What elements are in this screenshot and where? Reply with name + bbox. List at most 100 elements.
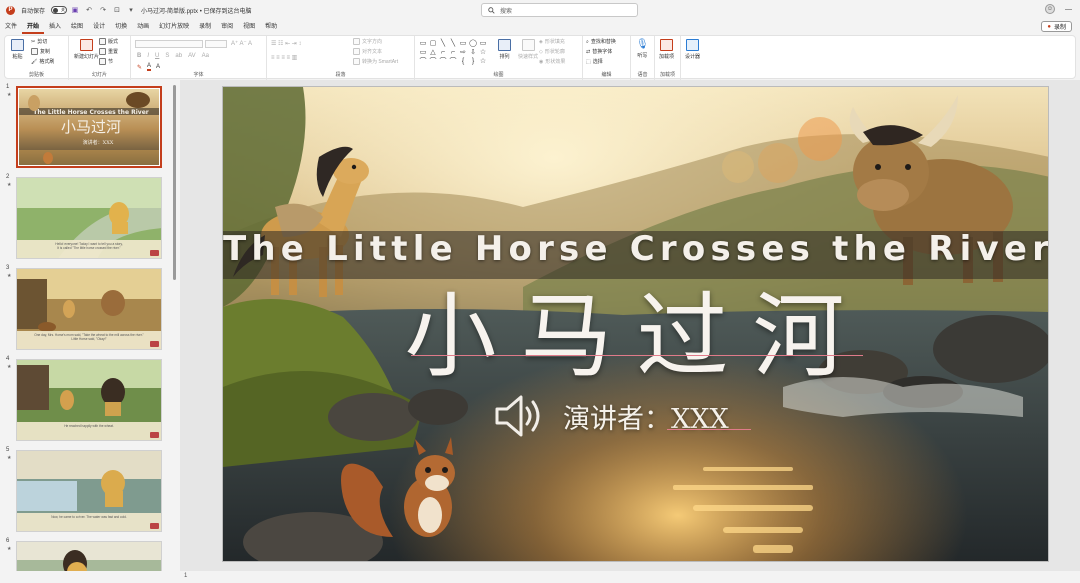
paste-icon bbox=[11, 39, 24, 51]
shape-fill-button[interactable]: ◈ 形状填充 bbox=[539, 38, 565, 46]
quick-styles-button[interactable]: 快速样式 bbox=[518, 39, 538, 60]
slide-thumbnail-panel: 1 ★ The Little Horse Crosses the River 小… bbox=[0, 80, 178, 583]
list-buttons[interactable]: ☰ ☷ ⇤ ⇥ ↕ bbox=[271, 40, 301, 47]
replace-font-button[interactable]: ⇄ 替换字体 bbox=[586, 48, 612, 56]
present-icon[interactable]: ⊡ bbox=[113, 6, 121, 14]
new-slide-label: 新建幻灯片 bbox=[74, 54, 100, 60]
font-color-buttons[interactable]: ✎ A A bbox=[137, 63, 160, 71]
arrange-label: 排列 bbox=[499, 54, 510, 60]
slide-number-indicator: 1 bbox=[184, 573, 188, 579]
align-text-button[interactable]: 对齐文本 bbox=[353, 48, 382, 55]
speaker-text[interactable]: 演讲者：XXX bbox=[563, 397, 729, 436]
arrange-icon bbox=[498, 39, 511, 51]
shape-outline-button[interactable]: ◇ 形状轮廓 bbox=[539, 48, 565, 56]
paste-button[interactable]: 粘贴 bbox=[11, 39, 24, 60]
shapes-gallery[interactable]: ▭ ▢ ╲ ╲ ▭ ◯ ▭ ▭ △ ⌐ ⌐ ⇨ ⇩ ☆ ⌒ ⌒ ⌒ ⌒{} ☆ bbox=[418, 39, 488, 67]
designer-button[interactable]: 设计器 bbox=[685, 39, 700, 60]
autosave-label: 自动保存 bbox=[21, 8, 46, 15]
audio-speaker-icon[interactable] bbox=[493, 393, 545, 439]
section-button[interactable]: 节 bbox=[99, 58, 113, 65]
save-icon[interactable]: ▣ bbox=[71, 6, 79, 14]
thumb-number: 5 bbox=[6, 447, 10, 453]
smartart-button[interactable]: 转换为 SmartArt bbox=[353, 58, 398, 65]
align-text-icon bbox=[353, 48, 360, 55]
slide-thumbnail-3[interactable]: One day, Mrs. Horse's mom said, "Take th… bbox=[16, 268, 162, 350]
font-size-buttons[interactable]: A⁺ A⁻ A bbox=[231, 40, 252, 47]
dictate-button[interactable]: 🎙 听写 bbox=[636, 39, 649, 59]
select-label: 选择 bbox=[592, 59, 603, 65]
slide-title-chinese[interactable]: 小马过河 bbox=[223, 262, 1048, 395]
slide-thumbnail-2[interactable]: Hello! everyone! Today I want to tell yo… bbox=[16, 177, 162, 259]
ribbon-tabs: 文件 开始 插入 绘图 设计 切换 动画 幻灯片放映 录制 审阅 视图 帮助 ●… bbox=[0, 20, 1080, 34]
record-button[interactable]: ● 录制 bbox=[1041, 21, 1072, 32]
cut-button[interactable]: ✂ 剪切 bbox=[31, 38, 47, 46]
caption-line: Now, he came to a river. The water was f… bbox=[51, 515, 127, 519]
search-box[interactable]: 搜索 bbox=[481, 3, 638, 17]
font-name-select[interactable] bbox=[135, 40, 203, 48]
tab-review[interactable]: 审阅 bbox=[216, 20, 238, 34]
tab-design[interactable]: 设计 bbox=[88, 20, 110, 34]
undo-icon[interactable]: ↶ bbox=[85, 6, 93, 14]
format-painter-label: 格式刷 bbox=[39, 59, 55, 65]
thumbnail-scrollbar[interactable] bbox=[173, 85, 176, 280]
slide-thumbnail-1[interactable]: The Little Horse Crosses the River 小马过河 … bbox=[16, 86, 162, 168]
autosave-toggle[interactable]: 关 bbox=[51, 6, 68, 14]
tab-animations[interactable]: 动画 bbox=[132, 20, 154, 34]
tab-insert[interactable]: 插入 bbox=[44, 20, 66, 34]
arrange-button[interactable]: 排列 bbox=[498, 39, 511, 60]
drawing-group: ▭ ▢ ╲ ╲ ▭ ◯ ▭ ▭ △ ⌐ ⌐ ⇨ ⇩ ☆ ⌒ ⌒ ⌒ ⌒{} ☆ 排列 快速样式 ◈ 形状填充 ◇ 形… bbox=[415, 36, 583, 80]
font-size-select[interactable] bbox=[205, 40, 227, 48]
align-buttons[interactable]: ≡ ≡ ≡ ≡ ▥ bbox=[271, 54, 297, 61]
tab-slideshow[interactable]: 幻灯片放映 bbox=[154, 20, 194, 34]
layout-icon bbox=[99, 38, 106, 45]
text-direction-button[interactable]: 文字方向 bbox=[353, 38, 382, 45]
document-title[interactable]: 小马过河-简单版.pptx • 已保存到这台电脑 bbox=[141, 6, 251, 15]
slides-group: 新建幻灯片 版式 重置 节 幻灯片 bbox=[69, 36, 131, 80]
slide-thumbnail-4[interactable]: He reached happily with the wheat. bbox=[16, 359, 162, 441]
minimize-icon[interactable]: — bbox=[1065, 6, 1072, 13]
replace-icon: ⇄ bbox=[586, 48, 591, 55]
redo-icon[interactable]: ↷ bbox=[99, 6, 107, 14]
select-button[interactable]: ⬚ 选择 bbox=[586, 58, 603, 66]
title-bar: P 自动保存 关 ▣ ↶ ↷ ⊡ ▾ 小马过河-简单版.pptx • 已保存到这… bbox=[0, 0, 1080, 20]
animation-star-icon: ★ bbox=[7, 182, 12, 188]
customize-toolbar-icon[interactable]: ▾ bbox=[127, 6, 135, 14]
record-button-label: 录制 bbox=[1053, 25, 1066, 31]
logo-icon bbox=[150, 250, 159, 256]
account-avatar[interactable]: ☺ bbox=[1045, 4, 1055, 14]
tab-file[interactable]: 文件 bbox=[0, 20, 22, 34]
font-group-label: 字体 bbox=[193, 72, 204, 78]
tab-view[interactable]: 视图 bbox=[238, 20, 260, 34]
align-text-label: 对齐文本 bbox=[362, 49, 383, 55]
animation-star-icon: ★ bbox=[7, 455, 12, 461]
tab-home[interactable]: 开始 bbox=[22, 20, 45, 34]
slide-editing-canvas: The Little Horse Crosses the River 小马过河 … bbox=[180, 80, 1080, 571]
powerpoint-logo-icon: P bbox=[6, 5, 15, 15]
slide-thumbnail-5[interactable]: Now, he came to a river. The water was f… bbox=[16, 450, 162, 532]
record-icon: ● bbox=[1047, 23, 1051, 30]
select-icon: ⬚ bbox=[586, 58, 591, 65]
text-direction-label: 文字方向 bbox=[362, 39, 383, 45]
tab-record[interactable]: 录制 bbox=[194, 20, 216, 34]
shape-effects-button[interactable]: ◉ 形状效果 bbox=[539, 58, 565, 66]
font-format-buttons[interactable]: B I U Sab AV Aa bbox=[137, 53, 209, 59]
copy-button[interactable]: 复制 bbox=[31, 48, 50, 55]
new-slide-button[interactable]: 新建幻灯片 bbox=[74, 39, 99, 60]
font-group: A⁺ A⁻ A B I U Sab AV Aa ✎ A A 字体 bbox=[131, 36, 267, 80]
find-label: 查找和替换 bbox=[590, 39, 616, 45]
tab-transitions[interactable]: 切换 bbox=[110, 20, 132, 34]
thumb-number: 4 bbox=[6, 356, 10, 362]
find-replace-button[interactable]: ⌕ 查找和替换 bbox=[586, 38, 616, 46]
svg-text:演讲者：XXX: 演讲者：XXX bbox=[83, 139, 114, 146]
spellcheck-underline bbox=[667, 429, 751, 430]
format-painter-button[interactable]: 🖌 格式刷 bbox=[31, 58, 55, 66]
addins-group-label: 加载项 bbox=[659, 72, 675, 78]
reset-button[interactable]: 重置 bbox=[99, 48, 118, 55]
tab-draw[interactable]: 绘图 bbox=[66, 20, 88, 34]
layout-button[interactable]: 版式 bbox=[99, 38, 118, 45]
current-slide[interactable]: The Little Horse Crosses the River 小马过河 … bbox=[222, 86, 1049, 562]
addins-button[interactable]: 加载项 bbox=[659, 39, 674, 60]
tab-help[interactable]: 帮助 bbox=[260, 20, 282, 34]
status-bar: 1 bbox=[0, 571, 1080, 583]
paste-label: 粘贴 bbox=[12, 54, 23, 60]
